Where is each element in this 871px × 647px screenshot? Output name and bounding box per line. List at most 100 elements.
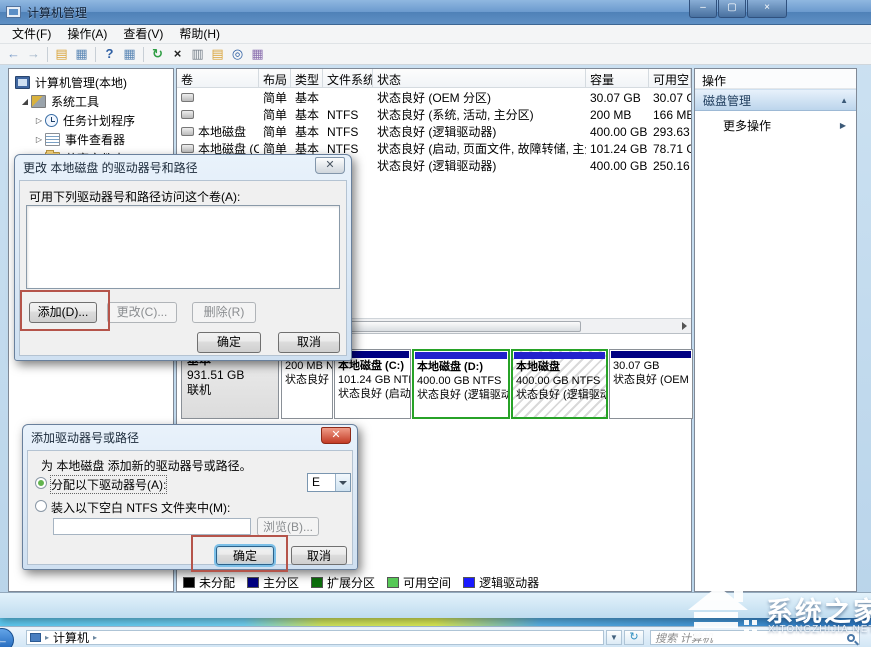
disk-legend: 未分配 主分区 扩展分区 可用空间 逻辑驱动器 bbox=[183, 574, 539, 590]
partition-oem[interactable]: 30.07 GB 状态良好 (OEM 分区) bbox=[609, 349, 693, 419]
chevron-down-icon[interactable] bbox=[335, 474, 350, 491]
open-icon[interactable]: ▤ bbox=[208, 46, 227, 63]
search-input[interactable]: 搜索 计算机 bbox=[650, 630, 860, 645]
refresh-button[interactable]: ↻ bbox=[624, 630, 644, 645]
show-console-tree-icon[interactable]: ▤ bbox=[52, 46, 71, 63]
minimize-button[interactable]: – bbox=[689, 0, 717, 18]
scroll-right-icon[interactable] bbox=[682, 322, 687, 330]
remove-button[interactable]: 删除(R) bbox=[192, 302, 256, 323]
browse-button[interactable]: 浏览(B)... bbox=[257, 517, 319, 536]
tree-item-system-tools[interactable]: ◢ 系统工具 bbox=[19, 92, 99, 111]
address-bar[interactable]: ▸ 计算机 ▸ bbox=[26, 630, 604, 645]
legend-free-space: 可用空间 bbox=[387, 574, 451, 591]
tree-item-computer-management[interactable]: 计算机管理(本地) bbox=[15, 73, 127, 92]
volume-layout: 简单 bbox=[263, 125, 288, 139]
partition-color-strip bbox=[415, 352, 507, 359]
drive-letter-select[interactable]: E bbox=[307, 473, 351, 492]
volume-free-space: 30.07 GB bbox=[653, 90, 691, 105]
cancel-button[interactable]: 取消 bbox=[278, 332, 340, 353]
assign-drive-letter-radio[interactable] bbox=[35, 477, 47, 489]
computer-icon bbox=[30, 633, 41, 642]
show-hide-pane-icon[interactable]: ▦ bbox=[72, 46, 91, 63]
delete-icon[interactable]: × bbox=[168, 46, 187, 63]
partition-size: 400.00 GB NTFS bbox=[516, 375, 601, 387]
mount-folder-label[interactable]: 装入以下空白 NTFS 文件夹中(M): bbox=[51, 499, 230, 516]
computer-management-icon bbox=[6, 6, 21, 18]
menu-action[interactable]: 操作(A) bbox=[59, 25, 115, 43]
column-status[interactable]: 状态 bbox=[373, 69, 586, 87]
expand-arrow-icon[interactable]: ◢ bbox=[19, 97, 31, 106]
tree-item-label: 系统工具 bbox=[51, 95, 100, 109]
partition-status: 状态良好 (OEM 分区) bbox=[613, 374, 692, 386]
volume-layout: 简单 bbox=[263, 91, 288, 105]
change-button[interactable]: 更改(C)... bbox=[107, 302, 177, 323]
actions-group-disk-management[interactable]: 磁盘管理 ▲ bbox=[695, 89, 856, 111]
close-icon[interactable]: ✕ bbox=[321, 427, 351, 444]
ok-button[interactable]: 确定 bbox=[197, 332, 261, 353]
window-controls: – ▢ × bbox=[688, 0, 787, 18]
partition-status: 状态良好 (逻辑驱动器) bbox=[417, 389, 510, 401]
volume-free-space: 166 MB bbox=[653, 107, 691, 122]
computer-management-icon bbox=[15, 76, 30, 89]
volume-type: 基本 bbox=[295, 125, 320, 139]
column-volume[interactable]: 卷 bbox=[177, 69, 259, 87]
expand-arrow-icon[interactable]: ▷ bbox=[33, 135, 45, 144]
close-icon[interactable]: ✕ bbox=[315, 157, 345, 174]
volume-type: 基本 bbox=[295, 91, 320, 105]
actions-panel: 操作 磁盘管理 ▲ 更多操作 ▶ bbox=[694, 68, 857, 592]
volume-name: 本地磁盘 bbox=[198, 125, 247, 139]
refresh-icon: ↻ bbox=[629, 631, 639, 643]
partition-d[interactable]: 本地磁盘 (D:) 400.00 GB NTFS 状态良好 (逻辑驱动器) bbox=[412, 349, 510, 419]
column-filesystem[interactable]: 文件系统 bbox=[323, 69, 373, 87]
expand-arrow-icon[interactable]: ▷ bbox=[33, 116, 45, 125]
action-pane-icon[interactable]: ▦ bbox=[120, 46, 139, 63]
column-capacity[interactable]: 容量 bbox=[586, 69, 649, 87]
partition-size: 400.00 GB NTFS bbox=[417, 375, 502, 387]
column-type[interactable]: 类型 bbox=[291, 69, 323, 87]
partition-color-strip bbox=[514, 352, 605, 359]
cancel-button[interactable]: 取消 bbox=[291, 546, 347, 565]
menu-bar: 文件(F) 操作(A) 查看(V) 帮助(H) bbox=[0, 25, 871, 44]
back-icon[interactable]: ← bbox=[4, 46, 23, 63]
forward-icon[interactable]: → bbox=[24, 46, 43, 63]
legend-extended-partition: 扩展分区 bbox=[311, 574, 375, 591]
partition-name: 本地磁盘 bbox=[516, 361, 560, 373]
more-actions-item[interactable]: 更多操作 ▶ bbox=[695, 115, 856, 135]
legend-logical-drive: 逻辑驱动器 bbox=[463, 574, 539, 591]
volume-icon bbox=[181, 93, 194, 102]
legend-label: 未分配 bbox=[199, 575, 236, 590]
volume-access-label: 可用下列驱动器号和路径访问这个卷(A): bbox=[29, 190, 241, 204]
volume-row[interactable]: 简单 基本 NTFS 状态良好 (系统, 活动, 主分区) 200 MB 166… bbox=[177, 106, 691, 123]
disk-management-icon[interactable]: ▦ bbox=[248, 46, 267, 63]
menu-help[interactable]: 帮助(H) bbox=[171, 25, 228, 43]
search-icon[interactable]: ◎ bbox=[228, 46, 247, 63]
collapse-arrow-icon[interactable]: ▲ bbox=[840, 96, 848, 105]
address-dropdown-button[interactable]: ▼ bbox=[606, 630, 622, 645]
maximize-button[interactable]: ▢ bbox=[718, 0, 746, 18]
legend-swatch bbox=[247, 576, 260, 588]
tree-item-task-scheduler[interactable]: ▷ 任务计划程序 bbox=[33, 111, 135, 130]
partition-local-disk-selected[interactable]: 本地磁盘 400.00 GB NTFS 状态良好 (逻辑驱动器) bbox=[511, 349, 608, 419]
legend-unallocated: 未分配 bbox=[183, 574, 235, 591]
volume-row[interactable]: 本地磁盘 简单 基本 NTFS 状态良好 (逻辑驱动器) 400.00 GB 2… bbox=[177, 123, 691, 140]
mount-path-input[interactable] bbox=[53, 518, 251, 535]
properties-icon[interactable]: ▥ bbox=[188, 46, 207, 63]
help-icon[interactable]: ? bbox=[100, 46, 119, 63]
volume-filesystem: NTFS bbox=[327, 107, 359, 122]
drive-letter-listbox[interactable] bbox=[26, 205, 340, 289]
column-free-space[interactable]: 可用空 bbox=[649, 69, 691, 87]
mount-folder-radio[interactable] bbox=[35, 500, 47, 512]
menu-file[interactable]: 文件(F) bbox=[4, 25, 59, 43]
column-layout[interactable]: 布局 bbox=[259, 69, 291, 87]
actions-group-label: 磁盘管理 bbox=[703, 93, 752, 108]
partition-size: 200 MB NTFS bbox=[285, 360, 332, 372]
volume-type: 基本 bbox=[295, 108, 320, 122]
close-button[interactable]: × bbox=[747, 0, 787, 18]
volume-status: 状态良好 (启动, 页面文件, 故障转储, 主分区) bbox=[377, 142, 586, 156]
assign-drive-letter-label[interactable]: 分配以下驱动器号(A): bbox=[49, 475, 168, 494]
refresh-icon[interactable]: ↻ bbox=[148, 46, 167, 63]
volume-row[interactable]: 简单 基本 状态良好 (OEM 分区) 30.07 GB 30.07 GB bbox=[177, 89, 691, 106]
breadcrumb[interactable]: 计算机 bbox=[53, 629, 89, 646]
menu-view[interactable]: 查看(V) bbox=[115, 25, 171, 43]
tree-item-event-viewer[interactable]: ▷ 事件查看器 bbox=[33, 130, 125, 149]
